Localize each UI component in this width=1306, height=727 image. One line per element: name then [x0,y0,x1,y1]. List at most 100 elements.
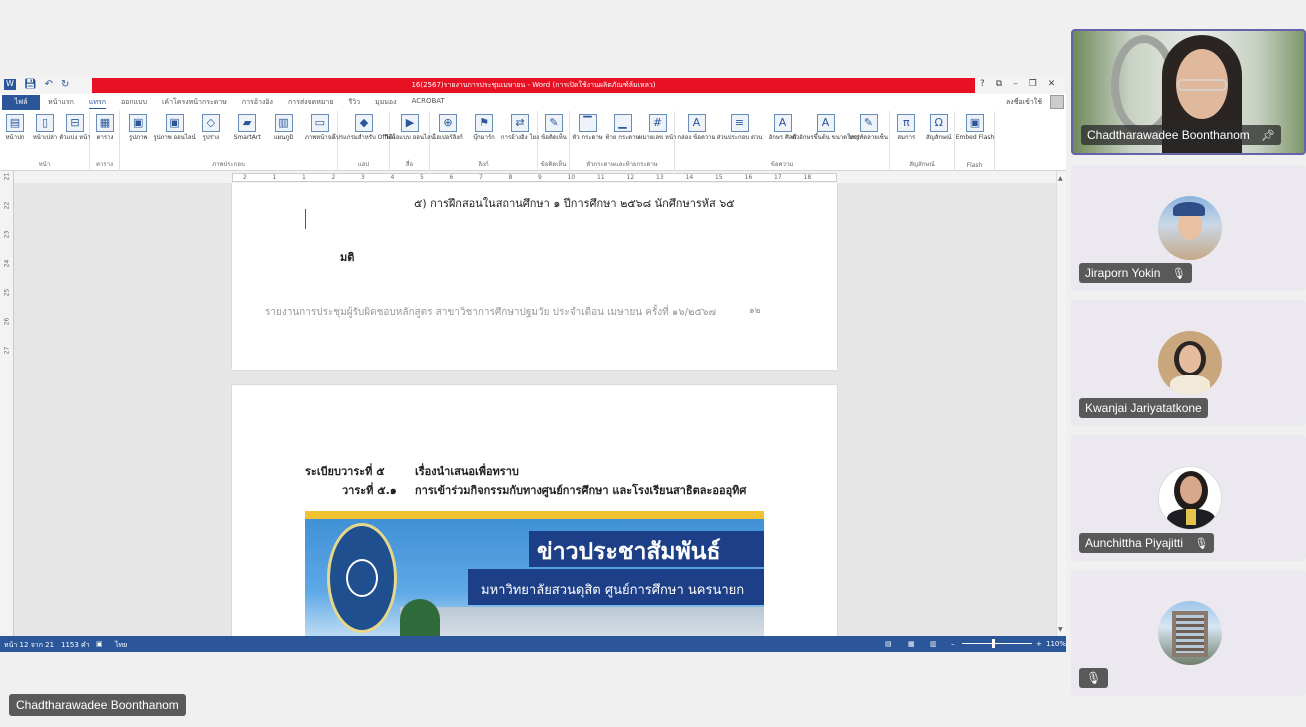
tab-mailings[interactable]: การส่งจดหมาย [288,97,334,109]
tab-layout[interactable]: เค้าโครงหน้ากระดาษ [162,97,227,109]
tab-design[interactable]: ออกแบบ [121,97,147,109]
ribbon-button[interactable]: Ω สัญลักษณ์ [925,114,953,142]
user-avatar-icon[interactable] [1050,95,1064,109]
ruler-tick: 13 [656,174,664,181]
sign-in-link[interactable]: ลงชื่อเข้าใช้ [1006,97,1042,108]
ribbon-button[interactable]: ▭ ภาพหน้าจอ [305,114,335,142]
ribbon-button[interactable]: ▰ SmartArt [233,114,261,142]
zoom-in-icon[interactable]: + [1036,640,1042,648]
ribbon-button[interactable]: ⇄ การอ้างอิง โยง [501,114,539,142]
participant-tile[interactable]: Kwanjai Jariyatatkone [1071,300,1306,426]
file-tab[interactable]: ไฟล์ [2,95,40,110]
ribbon-button-icon: ⊟ [66,114,84,132]
ruler-tick: 5 [420,174,424,181]
ribbon-group: ▣ รูปภาพ ▣ รูปภาพ ออนไลน์ ◇ รูปร่าง ▰ SmartArt ▥… [120,111,338,171]
ribbon-button[interactable]: ▣ Embed Flash [956,114,994,142]
ribbon-button[interactable]: ▣ รูปภาพ ออนไลน์ [153,114,196,142]
building-image [400,607,764,636]
proofing-icon[interactable]: ▣ [96,640,103,648]
participant-name-tag: Jiraporn Yokin 🎙︎ [1079,263,1192,283]
ribbon-button[interactable]: ▔ หัว กระดาษ [572,114,603,142]
restore-icon[interactable]: ❐ [1029,79,1037,89]
zoom-slider-thumb[interactable] [992,639,995,648]
ruler-tick: 2 [331,174,336,181]
ruler-tick: 8 [508,174,513,181]
ribbon-button[interactable]: # หมายเลข หน้า [639,114,676,142]
ribbon-group: ▦ ตาราง ตาราง [90,111,120,171]
ribbon-display-icon[interactable]: ⧉ [996,79,1002,89]
ribbon-button[interactable]: ◆ โปรแกรมสำหรับ Office [333,114,395,142]
help-icon[interactable]: ? [980,79,985,89]
horizontal-ruler[interactable]: 2 1 1 2 3 4 5 6 7 8 9 10 11 12 13 14 15 16 17 18 [232,173,837,182]
ribbon-button[interactable]: ✎ บรรทัดลายเซ็น [849,114,888,142]
tab-references[interactable]: การอ้างอิง [242,97,273,109]
web-layout-icon[interactable]: ▥ [930,640,937,648]
scroll-up-icon[interactable]: ▲ [1058,175,1063,182]
zoom-level[interactable]: 110% [1046,640,1066,648]
participant-name-tag: Aunchittha Piyajitti 🎙︎ [1079,533,1215,553]
minimize-icon[interactable]: – [1013,79,1018,89]
ribbon-button[interactable]: A ตัวอักษรขึ้นต้น ขนาดใหญ่ [792,114,859,142]
ribbon-button[interactable]: A กล่อง ข้อความ [677,114,716,142]
ribbon-button[interactable]: ⊕ ไฮเปอร์ลิงก์ [433,114,463,142]
mic-muted-icon: 🎙︎ [1194,538,1209,550]
zoom-out-icon[interactable]: – [951,640,955,648]
scroll-down-icon[interactable]: ▼ [1058,626,1063,633]
participant-tile-pinned[interactable]: Chadtharawadee Boonthanom 📌︎ [1071,29,1306,155]
ribbon-button[interactable]: ▁ ท้าย กระดาษ [605,114,640,142]
participant-tile[interactable]: Jiraporn Yokin 🎙︎ [1071,165,1306,291]
read-mode-icon[interactable]: ▤ [885,640,892,648]
ribbon-button-label: ไฮเปอร์ลิงก์ [433,134,463,141]
save-icon[interactable]: 💾︎ [24,79,37,90]
vertical-scrollbar[interactable]: ▲ ▼ [1056,171,1066,636]
ribbon-button[interactable]: ▥ แผนภูมิ [270,114,298,142]
pin-icon[interactable]: 📌︎ [1261,129,1275,142]
ribbon-button[interactable]: ▦ ตาราง [91,114,119,142]
agenda-label: ระเบียบวาระที่ ๕ [305,465,385,478]
ribbon-button[interactable]: ≡ ส่วนประกอบ ด่วน [717,114,762,142]
tab-home[interactable]: หน้าแรก [48,97,74,109]
ruler-tick: 1 [302,174,306,181]
ribbon-button-icon: ▯ [36,114,54,132]
agenda-item-text: การเข้าร่วมกิจกรรมกับทางศูนย์การศึกษา แล… [415,484,747,497]
document-area[interactable]: ๕) การฝึกสอนในสถานศึกษา ๑ ปีการศึกษา ๒๕๖… [14,183,1056,636]
ribbon-button[interactable]: ▯ หน้าเปล่า [31,114,59,142]
ribbon-button[interactable]: π สมการ [892,114,920,142]
print-layout-icon[interactable]: ▦ [908,640,915,648]
ribbon-button[interactable]: ◇ รูปร่าง [197,114,225,142]
tab-acrobat[interactable]: ACROBAT [412,97,445,109]
document-page[interactable]: ระเบียบวาระที่ ๕ เรื่องนำเสนอเพื่อทราบ ว… [232,385,837,636]
word-count[interactable]: 1153 คำ [61,640,90,651]
ribbon-button-icon: ⊕ [439,114,457,132]
ruler-tick: 15 [715,174,723,181]
ribbon-button[interactable]: ▶ วิดีโอแบบ ออนไลน์ [385,114,435,142]
ribbon-button[interactable]: ▤ หน้าปก [1,114,29,142]
ribbon-button-label: หน้าปก [5,134,25,141]
close-icon[interactable]: ✕ [1048,79,1056,89]
tab-view[interactable]: มุมมอง [375,97,396,109]
participant-name: Jiraporn Yokin [1085,266,1161,280]
language[interactable]: ไทย [115,640,127,651]
ruler-tick: 3 [361,174,365,181]
zoom-slider[interactable] [962,643,1032,644]
ribbon-button-label: รูปร่าง [202,134,220,141]
vertical-ruler[interactable]: 21 22 23 24 25 26 27 [0,171,14,636]
agenda-text: เรื่องนำเสนอเพื่อทราบ [415,465,519,478]
participant-tile[interactable]: 🎙︎ [1071,570,1306,696]
ribbon-button[interactable]: ▣ รูปภาพ [124,114,152,142]
tab-insert[interactable]: แทรก [88,97,106,109]
undo-icon[interactable]: ↶ [45,79,53,90]
ruler-tick: 11 [597,174,605,181]
ribbon-button-label: Embed Flash [955,134,995,141]
participant-tile[interactable]: Aunchittha Piyajitti 🎙︎ [1071,435,1306,561]
ribbon-button[interactable]: ⚑ บุ๊กมาร์ก [470,114,498,142]
page-count[interactable]: หน้า 12 จาก 21 [4,640,54,651]
ribbon-button[interactable]: ✎ ข้อคิดเห็น [540,114,568,142]
redo-icon[interactable]: ↻ [61,79,69,90]
ribbon-group-label: สื่อ [405,161,414,168]
ribbon-button[interactable]: ⊟ ตัวแบ่ง หน้า [59,114,91,142]
ribbon-group: ▣ Embed Flash Flash [955,111,995,171]
tab-review[interactable]: รีวิว [348,97,360,109]
ribbon-group: ▔ หัว กระดาษ ▁ ท้าย กระดาษ # หมายเลข หน้า หัวก… [570,111,676,171]
document-page[interactable]: ๕) การฝึกสอนในสถานศึกษา ๑ ปีการศึกษา ๒๕๖… [232,183,837,370]
